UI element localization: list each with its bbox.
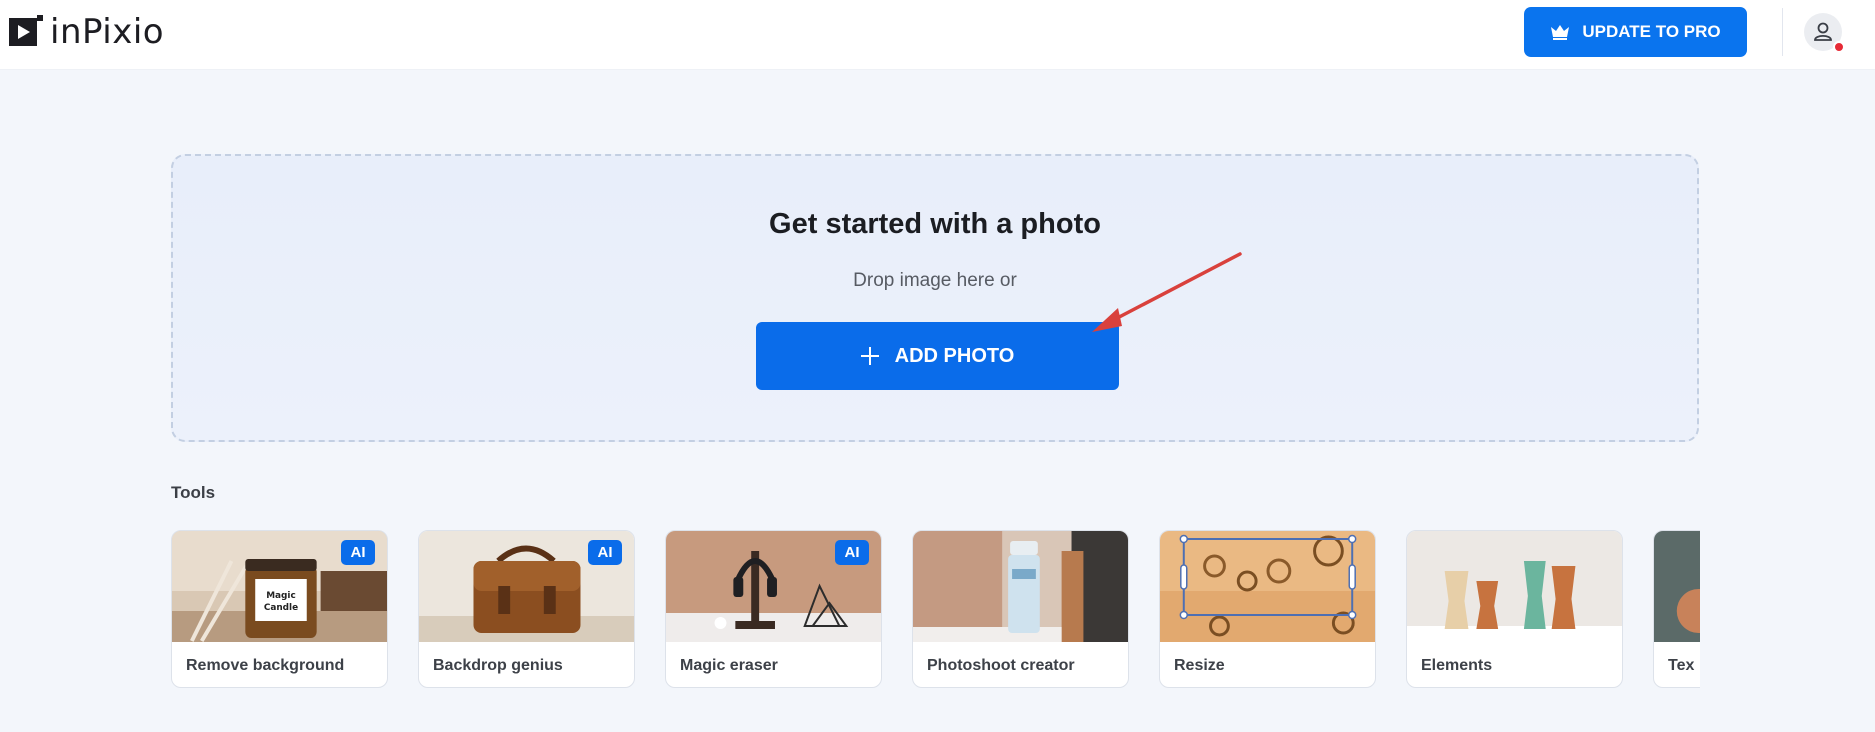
- tool-card-photoshoot-creator[interactable]: Photoshoot creator: [912, 530, 1129, 688]
- tool-card-magic-eraser[interactable]: AI Magic eraser: [665, 530, 882, 688]
- update-to-pro-button[interactable]: UPDATE TO PRO: [1524, 7, 1747, 57]
- text-thumbnail: [1654, 531, 1700, 642]
- tool-label: Magic eraser: [680, 657, 778, 674]
- tool-label: Resize: [1174, 657, 1225, 674]
- drop-zone-title: Get started with a photo: [769, 208, 1101, 240]
- crown-icon: [1551, 25, 1570, 40]
- tool-card-remove-background[interactable]: Magic Candle AI Remove background: [171, 530, 388, 688]
- tool-card-resize[interactable]: Resize: [1159, 530, 1376, 688]
- user-icon: [1814, 22, 1832, 41]
- app-logo[interactable]: inPixio: [9, 14, 164, 50]
- plus-icon: [860, 347, 879, 365]
- water-bottle-thumbnail: [913, 531, 1128, 642]
- tool-card-text[interactable]: Tex: [1653, 530, 1700, 688]
- annotation-arrow: [1092, 252, 1242, 332]
- tool-label: Backdrop genius: [433, 657, 563, 674]
- tool-label: Tex: [1668, 657, 1695, 674]
- update-to-pro-label: UPDATE TO PRO: [1582, 22, 1721, 41]
- top-bar: inPixio UPDATE TO PRO: [0, 0, 1875, 70]
- notification-dot: [1833, 41, 1845, 53]
- tool-card-elements[interactable]: Elements: [1406, 530, 1623, 688]
- app-name: inPixio: [50, 12, 165, 52]
- svg-text:Candle: Candle: [264, 603, 298, 613]
- photo-drop-zone[interactable]: Get started with a photo Drop image here…: [171, 154, 1699, 442]
- tools-carousel: Magic Candle AI Remove background AI Bac…: [171, 530, 1700, 690]
- tool-label: Photoshoot creator: [927, 657, 1075, 674]
- ai-badge: AI: [835, 540, 869, 565]
- header-divider: [1782, 8, 1783, 56]
- account-avatar[interactable]: [1804, 13, 1845, 53]
- vases-thumbnail: [1407, 531, 1622, 642]
- svg-text:Magic: Magic: [266, 591, 296, 601]
- play-logo-icon: [9, 15, 43, 46]
- ai-badge: AI: [341, 540, 375, 565]
- rings-thumbnail: [1160, 531, 1375, 642]
- tool-label: Elements: [1421, 657, 1493, 674]
- add-photo-button[interactable]: ADD PHOTO: [756, 322, 1119, 390]
- drop-zone-subtitle: Drop image here or: [853, 270, 1017, 291]
- tool-card-backdrop-genius[interactable]: AI Backdrop genius: [418, 530, 635, 688]
- ai-badge: AI: [588, 540, 622, 565]
- tools-heading: Tools: [171, 483, 216, 502]
- add-photo-label: ADD PHOTO: [894, 344, 1015, 367]
- tool-label: Remove background: [186, 657, 345, 674]
